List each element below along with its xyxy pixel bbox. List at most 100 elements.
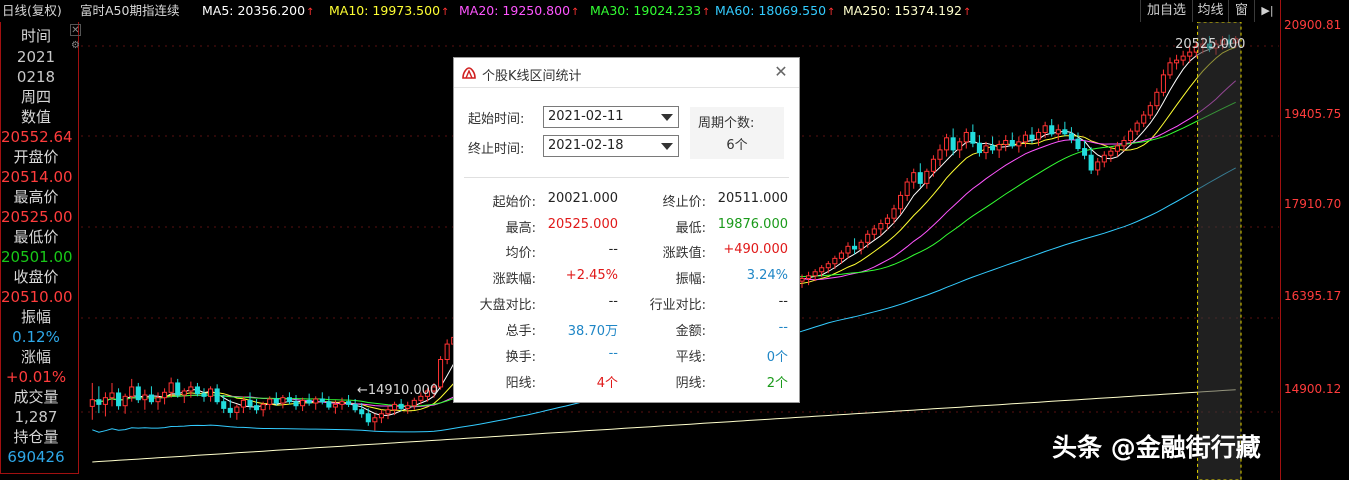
period-label[interactable]: 日线(复权) xyxy=(2,3,62,19)
candle xyxy=(162,388,168,405)
candle-body xyxy=(891,208,897,219)
dialog-titlebar[interactable]: 个股K线区间统计 ✕ xyxy=(454,58,799,88)
candle-body xyxy=(1068,133,1074,140)
ma-settings-button[interactable]: 均线 xyxy=(1192,0,1228,22)
candle xyxy=(116,388,122,410)
candle-body xyxy=(812,271,818,277)
candle xyxy=(372,413,378,431)
candle-body xyxy=(1160,74,1166,93)
candle-body xyxy=(917,172,923,184)
stat-value-left: +2.45% xyxy=(565,268,618,283)
candle xyxy=(937,144,943,166)
price-axis: 20900.81 19405.75 17910.70 16395.17 1490… xyxy=(1280,0,1349,480)
low-value: 20501.00 xyxy=(1,248,73,266)
window-button[interactable]: 窗 xyxy=(1228,0,1254,22)
stat-label-right: 最低: xyxy=(675,221,706,236)
candle xyxy=(1055,124,1061,141)
candle-body xyxy=(365,413,371,423)
gear-icon[interactable]: ⚙ xyxy=(70,40,81,52)
candle-body xyxy=(313,398,319,404)
candle-body xyxy=(339,401,345,405)
candle-body xyxy=(208,388,214,397)
candle xyxy=(904,178,910,201)
start-time-select[interactable]: 2021-02-11 xyxy=(543,106,679,128)
candle-body xyxy=(227,407,233,413)
end-time-select[interactable]: 2021-02-18 xyxy=(543,135,679,157)
candle-body xyxy=(372,417,378,423)
candle xyxy=(845,242,851,259)
open-value: 20514.00 xyxy=(1,168,73,186)
candle-body xyxy=(116,392,122,407)
ma250-readout: MA250: 15374.192↑ xyxy=(843,3,972,18)
close-icon[interactable]: ✕ xyxy=(70,24,81,36)
candle xyxy=(1022,131,1028,148)
axis-label: 17910.70 xyxy=(1284,197,1342,211)
candle-body xyxy=(359,409,365,415)
candle-body xyxy=(194,386,200,395)
candle-body xyxy=(175,382,181,396)
date-value: 0218 xyxy=(16,68,56,86)
candle xyxy=(260,401,266,417)
stat-label-left: 总手: xyxy=(505,324,536,339)
candle xyxy=(109,382,115,407)
candle xyxy=(930,155,936,177)
indicator-bar: 日线(复权) 富时A50期指连续 MA5: 20356.200↑ MA10: 1… xyxy=(0,0,1349,22)
candle-body xyxy=(280,397,286,404)
candle-body xyxy=(1174,59,1180,64)
candle-body xyxy=(1003,140,1009,146)
candle xyxy=(346,394,352,408)
candle-body xyxy=(1062,129,1068,135)
candle xyxy=(411,397,417,410)
candle-body xyxy=(267,398,273,405)
candle xyxy=(1108,147,1114,162)
candle-body xyxy=(346,401,352,405)
candle-body xyxy=(1029,134,1035,140)
change-value: +0.01% xyxy=(5,368,67,386)
candle xyxy=(385,405,391,420)
stat-value-right: -- xyxy=(778,294,788,309)
candle xyxy=(1147,101,1153,120)
selected-range-band[interactable] xyxy=(1197,22,1242,480)
start-time-label: 起始时间: xyxy=(468,112,525,127)
candle xyxy=(1167,57,1173,79)
time-label: 时间 xyxy=(20,27,51,45)
candle xyxy=(976,135,982,157)
stat-label-right: 终止价: xyxy=(662,195,706,210)
candle-body xyxy=(878,223,884,230)
candle-body xyxy=(806,275,812,279)
candle-body xyxy=(385,409,391,415)
volume-value: 1,287 xyxy=(14,408,58,426)
volume-label: 成交量 xyxy=(13,388,59,406)
add-watchlist-button[interactable]: 加自选 xyxy=(1140,0,1192,22)
candle xyxy=(122,393,128,414)
stat-label-left: 涨跌幅: xyxy=(492,272,536,287)
expand-panel-button[interactable]: ▶| xyxy=(1254,0,1280,22)
candle-body xyxy=(1121,140,1127,147)
candle-body xyxy=(937,149,943,160)
candle-body xyxy=(122,395,128,407)
candle-body xyxy=(319,398,325,403)
candle xyxy=(155,392,161,410)
candle-body xyxy=(444,343,450,360)
close-value: 20510.00 xyxy=(1,288,73,306)
candle-body xyxy=(1167,62,1173,76)
candle xyxy=(142,389,148,410)
candle-body xyxy=(392,403,398,411)
candle xyxy=(148,386,154,405)
candle xyxy=(234,404,240,420)
candle xyxy=(438,356,444,390)
candle-body xyxy=(1180,55,1186,61)
candle-body xyxy=(1114,145,1120,152)
stat-value-right: 2个 xyxy=(766,376,788,391)
candle xyxy=(313,396,319,410)
candle xyxy=(293,394,299,410)
candle-body xyxy=(1042,125,1048,133)
close-icon[interactable]: ✕ xyxy=(772,63,790,81)
quote-info-panel: ✕ ⚙ 时间 2021 0218 周四 数值 20552.64 开盘价 2051… xyxy=(0,22,81,474)
year-value: 2021 xyxy=(16,48,56,66)
candle xyxy=(963,128,969,149)
candle xyxy=(825,261,831,274)
stat-label-right: 阴线: xyxy=(675,376,706,391)
candle-body xyxy=(352,403,358,411)
candle-body xyxy=(129,386,135,397)
